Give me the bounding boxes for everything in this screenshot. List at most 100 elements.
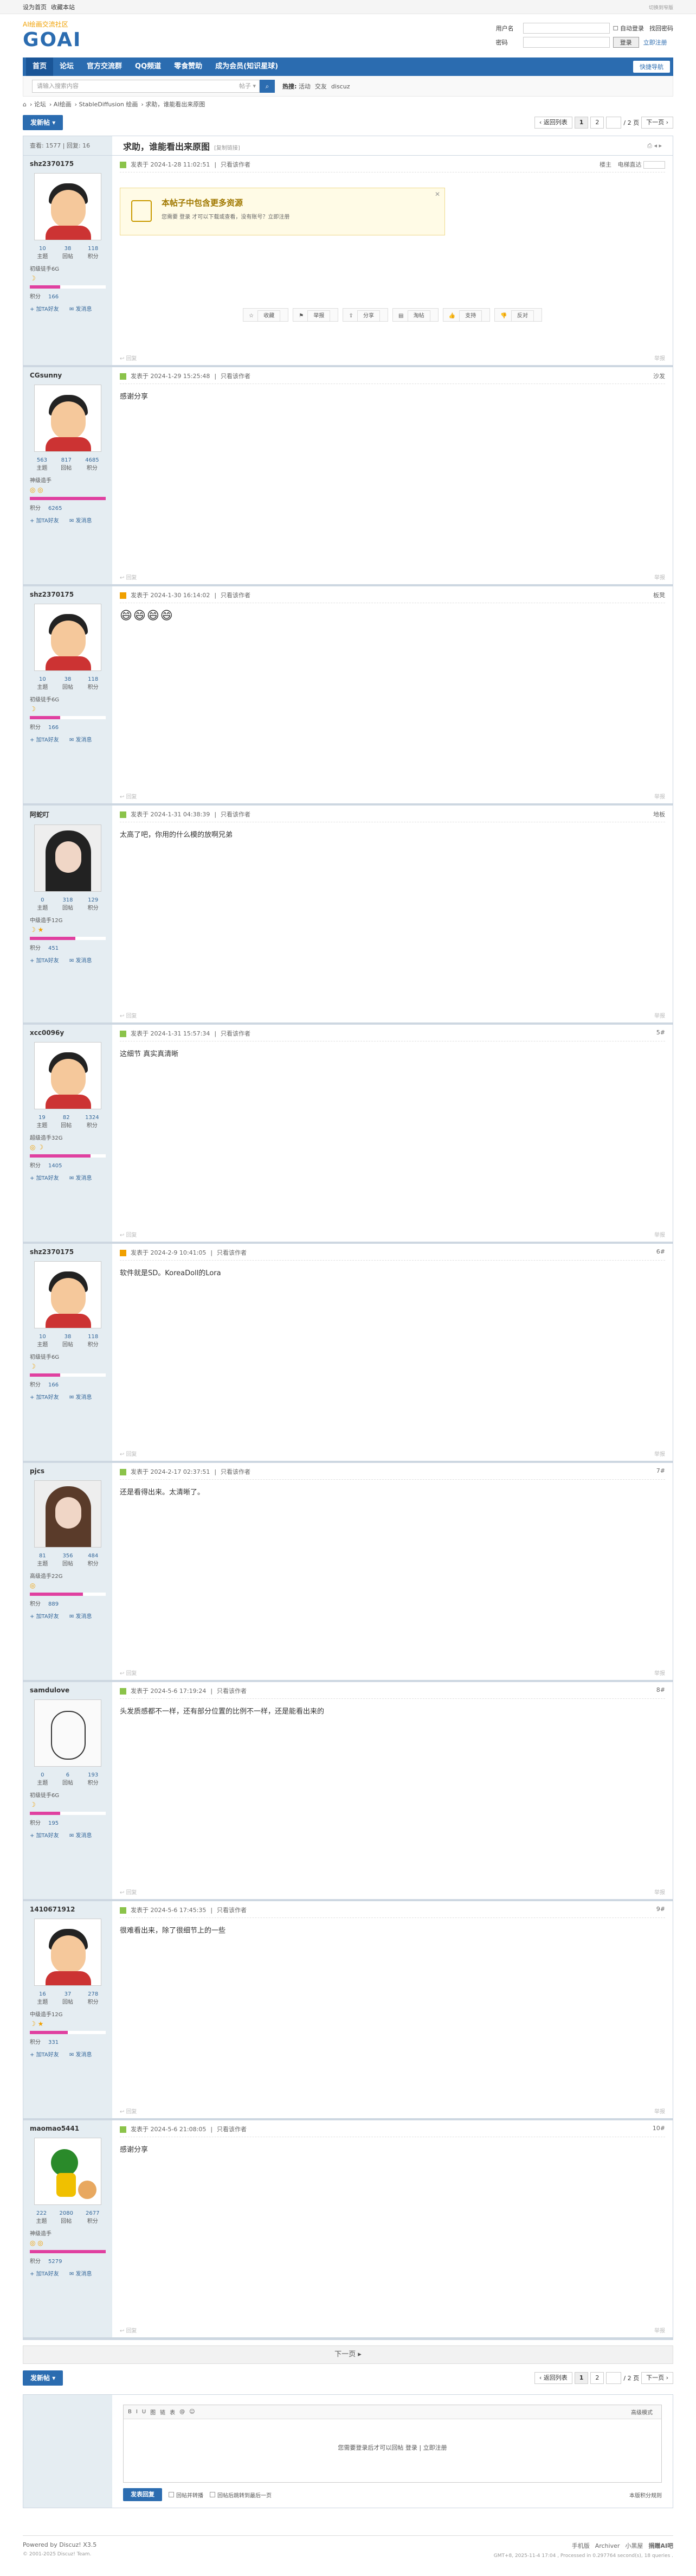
- next-page-button[interactable]: 下一页 ›: [641, 2372, 673, 2384]
- avatar[interactable]: [34, 1261, 101, 1328]
- username[interactable]: shz2370175: [30, 591, 106, 598]
- report-link[interactable]: 举报: [654, 1669, 665, 1677]
- quick-reply-link[interactable]: ↩ 回复: [120, 1011, 137, 1019]
- narrow-toggle[interactable]: 切换到窄版: [649, 4, 673, 11]
- username[interactable]: CGsunny: [30, 372, 106, 379]
- floor-number[interactable]: 10#: [653, 2125, 665, 2132]
- nav-member[interactable]: 成为会员(知识星球): [209, 57, 285, 76]
- rules-link[interactable]: 本版积分规则: [629, 2491, 662, 2499]
- reply-count[interactable]: 37: [62, 1991, 73, 1997]
- page-jump-input[interactable]: [606, 2372, 622, 2384]
- points-count[interactable]: 118: [88, 1334, 99, 1340]
- support-button[interactable]: 👍 支持: [442, 308, 491, 322]
- mention-icon[interactable]: @: [179, 2409, 185, 2415]
- page-2[interactable]: 2: [590, 2372, 604, 2384]
- add-friend-link[interactable]: + 加TA好友: [30, 1175, 63, 1181]
- user-group[interactable]: 超级造手32G: [30, 1133, 106, 1141]
- add-friend-link[interactable]: + 加TA好友: [30, 1833, 63, 1839]
- new-thread-button-bottom[interactable]: 发新帖 ▾: [23, 2370, 63, 2386]
- avatar[interactable]: [34, 824, 101, 892]
- back-to-list-button[interactable]: ‹ 返回列表: [534, 117, 572, 129]
- page-1[interactable]: 1: [574, 2372, 589, 2384]
- link-icon[interactable]: 链: [160, 2408, 165, 2416]
- favorite-button[interactable]: ☆ 收藏: [243, 308, 289, 322]
- floor-jump-input[interactable]: [643, 161, 665, 169]
- avatar[interactable]: [34, 1919, 101, 1986]
- topic-count[interactable]: 10: [37, 676, 48, 682]
- jump-last-checkbox[interactable]: [210, 2492, 215, 2497]
- user-group[interactable]: 初级徒手6G: [30, 264, 106, 272]
- user-group[interactable]: 初级徒手6G: [30, 695, 106, 703]
- points-count[interactable]: 129: [88, 897, 99, 903]
- add-friend-link[interactable]: + 加TA好友: [30, 958, 63, 964]
- topic-count[interactable]: 10: [37, 1334, 48, 1340]
- only-author-link[interactable]: 只看该作者: [221, 811, 250, 818]
- topic-count[interactable]: 563: [36, 457, 47, 463]
- footer-mobile-link[interactable]: 手机版: [572, 2542, 590, 2549]
- only-author-link[interactable]: 只看该作者: [221, 373, 250, 380]
- report-link[interactable]: 举报: [654, 1230, 665, 1238]
- reply-count[interactable]: 356: [62, 1553, 73, 1559]
- username[interactable]: 1410671912: [30, 1906, 106, 1913]
- send-message-link[interactable]: ✉ 发消息: [69, 1614, 96, 1620]
- oppose-button[interactable]: 👎 反对: [494, 308, 542, 322]
- new-thread-button[interactable]: 发新帖 ▾: [23, 115, 63, 130]
- floor-number[interactable]: 6#: [656, 1248, 665, 1255]
- set-home-link[interactable]: 设为首页: [23, 4, 47, 11]
- collect-button[interactable]: ▤ 淘帖: [392, 308, 439, 322]
- nav-forum[interactable]: 论坛: [53, 57, 80, 76]
- send-message-link[interactable]: ✉ 发消息: [69, 306, 96, 312]
- underline-icon[interactable]: U: [142, 2409, 146, 2415]
- avatar[interactable]: [34, 604, 101, 671]
- next-thread-icon[interactable]: ▸: [659, 142, 662, 149]
- next-page-bar[interactable]: 下一页 ▸: [23, 2345, 673, 2364]
- footer-blacklist-link[interactable]: 小黑屋: [625, 2542, 643, 2549]
- reply-count[interactable]: 38: [62, 246, 73, 252]
- user-group[interactable]: 初级徒手6G: [30, 1791, 106, 1799]
- avatar[interactable]: [34, 1042, 101, 1109]
- report-link[interactable]: 举报: [654, 792, 665, 800]
- report-link[interactable]: 举报: [654, 1888, 665, 1896]
- copy-link[interactable]: [复制链接]: [214, 145, 240, 151]
- username[interactable]: samdulove: [30, 1686, 106, 1694]
- page-2[interactable]: 2: [590, 117, 604, 129]
- username[interactable]: maomao5441: [30, 2125, 106, 2132]
- only-author-link[interactable]: 只看该作者: [221, 1030, 250, 1037]
- user-group[interactable]: 中级造手12G: [30, 916, 106, 924]
- table-icon[interactable]: 表: [170, 2408, 175, 2416]
- send-message-link[interactable]: ✉ 发消息: [69, 1833, 96, 1839]
- report-link[interactable]: 举报: [654, 2326, 665, 2334]
- username[interactable]: pjcs: [30, 1467, 106, 1475]
- only-author-link[interactable]: 只看该作者: [221, 161, 250, 168]
- topic-count[interactable]: 16: [37, 1991, 48, 1997]
- username[interactable]: shz2370175: [30, 160, 106, 168]
- forgot-password-link[interactable]: 找回密码: [649, 24, 673, 33]
- breadcrumb-item[interactable]: 论坛: [34, 101, 46, 108]
- search-input[interactable]: 请输入搜索内容 帖子 ▾: [32, 79, 260, 93]
- username[interactable]: xcc0096y: [30, 1029, 106, 1037]
- points-count[interactable]: 2677: [86, 2210, 99, 2216]
- floor-number[interactable]: 9#: [656, 1906, 665, 1913]
- back-to-list-button[interactable]: ‹ 返回列表: [534, 2372, 572, 2384]
- close-icon[interactable]: ✕: [435, 190, 440, 198]
- quick-reply-link[interactable]: ↩ 回复: [120, 2107, 137, 2115]
- page-1[interactable]: 1: [574, 117, 589, 129]
- username[interactable]: shz2370175: [30, 1248, 106, 1256]
- bold-icon[interactable]: B: [128, 2409, 132, 2415]
- report-link[interactable]: 举报: [654, 2107, 665, 2115]
- report-link[interactable]: 举报: [654, 354, 665, 362]
- topic-count[interactable]: 0: [37, 1772, 48, 1778]
- username-field[interactable]: [523, 23, 610, 34]
- user-group[interactable]: 神级造手: [30, 2229, 106, 2237]
- report-link[interactable]: 举报: [654, 1449, 665, 1458]
- topic-count[interactable]: 222: [36, 2210, 47, 2216]
- quick-nav-button[interactable]: 快捷导航: [633, 61, 670, 73]
- register-link[interactable]: 立即注册: [643, 38, 667, 47]
- floor-number[interactable]: 楼主: [600, 161, 611, 168]
- user-group[interactable]: 中级造手12G: [30, 2010, 106, 2018]
- reply-count[interactable]: 38: [62, 676, 73, 682]
- only-author-link[interactable]: 只看该作者: [217, 2126, 247, 2133]
- reply-count[interactable]: 82: [61, 1115, 72, 1121]
- breadcrumb-item[interactable]: StableDiffusion 绘画: [79, 101, 138, 108]
- quick-reply-link[interactable]: ↩ 回复: [120, 1449, 137, 1458]
